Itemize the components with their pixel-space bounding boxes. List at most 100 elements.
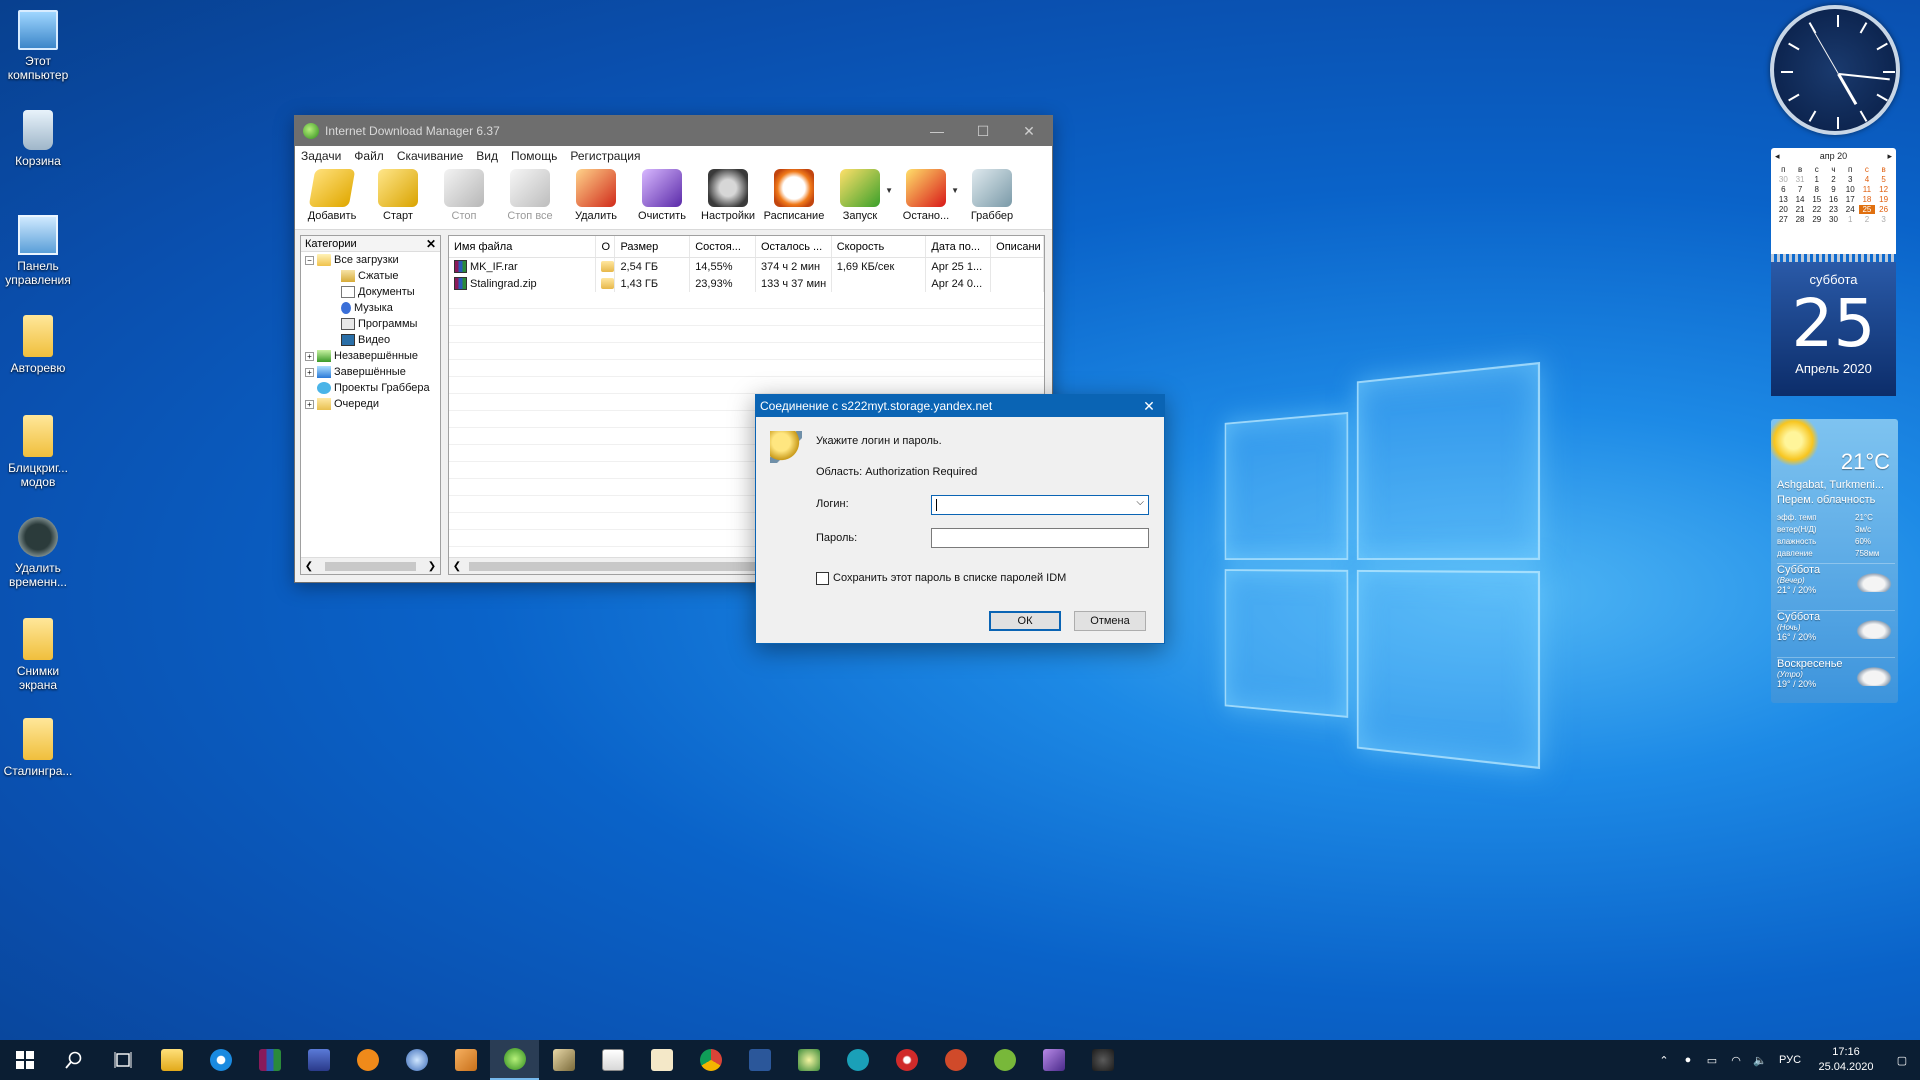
taskbar-tool[interactable]: [539, 1040, 588, 1080]
col-q[interactable]: О: [596, 236, 615, 257]
taskbar-calendar[interactable]: [588, 1040, 637, 1080]
expand-icon[interactable]: +: [305, 368, 314, 377]
taskbar-floppy[interactable]: [294, 1040, 343, 1080]
taskbar-chrome[interactable]: [686, 1040, 735, 1080]
taskbar-ie[interactable]: [196, 1040, 245, 1080]
delete-button[interactable]: Удалить: [563, 166, 629, 222]
tree-item-queues[interactable]: + Очереди: [301, 396, 440, 412]
calendar-date-cell[interactable]: 5: [1875, 175, 1892, 184]
calendar-date-cell[interactable]: 26: [1875, 205, 1892, 214]
calendar-date-cell[interactable]: 11: [1859, 185, 1876, 194]
col-status[interactable]: Состоя...: [690, 236, 756, 257]
notifications-icon[interactable]: ▢: [1884, 1054, 1920, 1067]
add-url-button[interactable]: Добавить: [299, 166, 365, 222]
calendar-date-cell[interactable]: 31: [1792, 175, 1809, 184]
menu-file[interactable]: Файл: [354, 149, 384, 163]
idm-tray-icon[interactable]: ●: [1676, 1054, 1700, 1066]
close-button[interactable]: ✕: [1006, 116, 1052, 146]
calendar-date-cell[interactable]: 15: [1808, 195, 1825, 204]
desktop-icon-screenshots[interactable]: Снимки экрана: [0, 618, 76, 692]
calendar-date-cell[interactable]: 20: [1775, 205, 1792, 214]
calendar-date-cell[interactable]: 2: [1859, 215, 1876, 224]
categories-hscrollbar[interactable]: ❮ ❯: [301, 557, 440, 574]
taskbar-idm[interactable]: [490, 1040, 539, 1080]
tree-item-documents[interactable]: Документы: [301, 284, 440, 300]
desktop-icon-blitzkrieg[interactable]: Блицкриг... модов: [0, 415, 76, 489]
calendar-date-cell[interactable]: 30: [1825, 215, 1842, 224]
tree-item-video[interactable]: Видео: [301, 332, 440, 348]
tree-item-finished[interactable]: + Завершённые: [301, 364, 440, 380]
taskbar-winrar[interactable]: [245, 1040, 294, 1080]
start-queue-button[interactable]: Запуск ▼: [827, 166, 893, 222]
login-combobox[interactable]: ⌵: [931, 495, 1149, 515]
chevron-left-icon[interactable]: ❮: [301, 561, 317, 572]
start-button[interactable]: [0, 1040, 49, 1080]
col-description[interactable]: Описани: [991, 236, 1044, 257]
grabber-button[interactable]: Граббер: [959, 166, 1025, 222]
display-icon[interactable]: ▭: [1700, 1054, 1724, 1067]
expand-icon[interactable]: +: [305, 400, 314, 409]
expand-icon[interactable]: +: [305, 352, 314, 361]
col-speed[interactable]: Скорость: [832, 236, 927, 257]
save-password-checkbox[interactable]: [816, 572, 829, 585]
desktop-icon-autoreview[interactable]: Авторевю: [0, 315, 76, 375]
col-time-left[interactable]: Осталось ...: [756, 236, 832, 257]
calendar-date-cell[interactable]: 25: [1859, 205, 1876, 214]
settings-button[interactable]: Настройки: [695, 166, 761, 222]
tray-clock[interactable]: 17:16 25.04.2020: [1808, 1045, 1884, 1075]
desktop-icon-control-panel[interactable]: Панель управления: [0, 215, 76, 287]
stop-button[interactable]: Стоп: [431, 166, 497, 222]
tree-item-music[interactable]: Музыка: [301, 300, 440, 316]
scroll-thumb[interactable]: [325, 562, 416, 571]
calendar-date-cell[interactable]: 4: [1859, 175, 1876, 184]
col-size[interactable]: Размер: [615, 236, 690, 257]
calendar-date-cell[interactable]: 18: [1859, 195, 1876, 204]
calendar-date-cell[interactable]: 6: [1775, 185, 1792, 194]
language-indicator[interactable]: РУС: [1772, 1054, 1808, 1066]
calendar-date-cell[interactable]: 16: [1825, 195, 1842, 204]
chevron-right-icon[interactable]: ❯: [424, 561, 440, 572]
scheduler-button[interactable]: Расписание: [761, 166, 827, 222]
tree-item-all-downloads[interactable]: − Все загрузки: [301, 252, 440, 268]
save-password-label[interactable]: Сохранить этот пароль в списке паролей I…: [833, 572, 1066, 584]
taskbar-avast[interactable]: [343, 1040, 392, 1080]
idm-titlebar[interactable]: Internet Download Manager 6.37 — ☐ ✕: [295, 116, 1052, 146]
desktop-icon-recycle-bin[interactable]: Корзина: [0, 110, 76, 168]
chevron-down-icon[interactable]: ⌵: [1136, 497, 1144, 508]
calendar-date-cell[interactable]: 9: [1825, 185, 1842, 194]
dialog-titlebar[interactable]: Соединение с s222myt.storage.yandex.net …: [756, 395, 1164, 417]
menu-tasks[interactable]: Задачи: [301, 149, 341, 163]
taskbar-dice[interactable]: [637, 1040, 686, 1080]
chevron-left-icon[interactable]: ◂: [1775, 151, 1780, 162]
menu-help[interactable]: Помощь: [511, 149, 557, 163]
taskbar-word[interactable]: [735, 1040, 784, 1080]
close-icon[interactable]: ✕: [426, 237, 440, 251]
calendar-date-cell[interactable]: 3: [1842, 175, 1859, 184]
calendar-date-cell[interactable]: 29: [1808, 215, 1825, 224]
calendar-date-cell[interactable]: 13: [1775, 195, 1792, 204]
password-field[interactable]: [931, 528, 1149, 548]
search-button[interactable]: [49, 1040, 98, 1080]
calendar-date-cell[interactable]: 10: [1842, 185, 1859, 194]
taskbar-game2[interactable]: [1078, 1040, 1127, 1080]
calendar-date-cell[interactable]: 1: [1808, 175, 1825, 184]
taskbar-edge[interactable]: [833, 1040, 882, 1080]
calendar-date-cell[interactable]: 12: [1875, 185, 1892, 194]
col-filename[interactable]: Имя файла: [449, 236, 596, 257]
calendar-date-cell[interactable]: 1: [1842, 215, 1859, 224]
close-icon[interactable]: ✕: [1134, 398, 1164, 415]
calendar-date-cell[interactable]: 2: [1825, 175, 1842, 184]
taskbar-game[interactable]: [882, 1040, 931, 1080]
taskbar-utorrent[interactable]: [980, 1040, 1029, 1080]
taskbar-app2[interactable]: [784, 1040, 833, 1080]
chevron-down-icon[interactable]: ▼: [885, 186, 893, 195]
desktop-icon-stalingrad[interactable]: Сталингра...: [0, 718, 76, 778]
taskbar-box[interactable]: [441, 1040, 490, 1080]
tree-item-grabber-projects[interactable]: Проекты Граббера: [301, 380, 440, 396]
calendar-date-cell[interactable]: 30: [1775, 175, 1792, 184]
maximize-button[interactable]: ☐: [960, 116, 1006, 146]
stop-queue-button[interactable]: Остано... ▼: [893, 166, 959, 222]
calendar-date-cell[interactable]: 17: [1842, 195, 1859, 204]
taskbar-file-explorer[interactable]: [147, 1040, 196, 1080]
calendar-date-cell[interactable]: 7: [1792, 185, 1809, 194]
